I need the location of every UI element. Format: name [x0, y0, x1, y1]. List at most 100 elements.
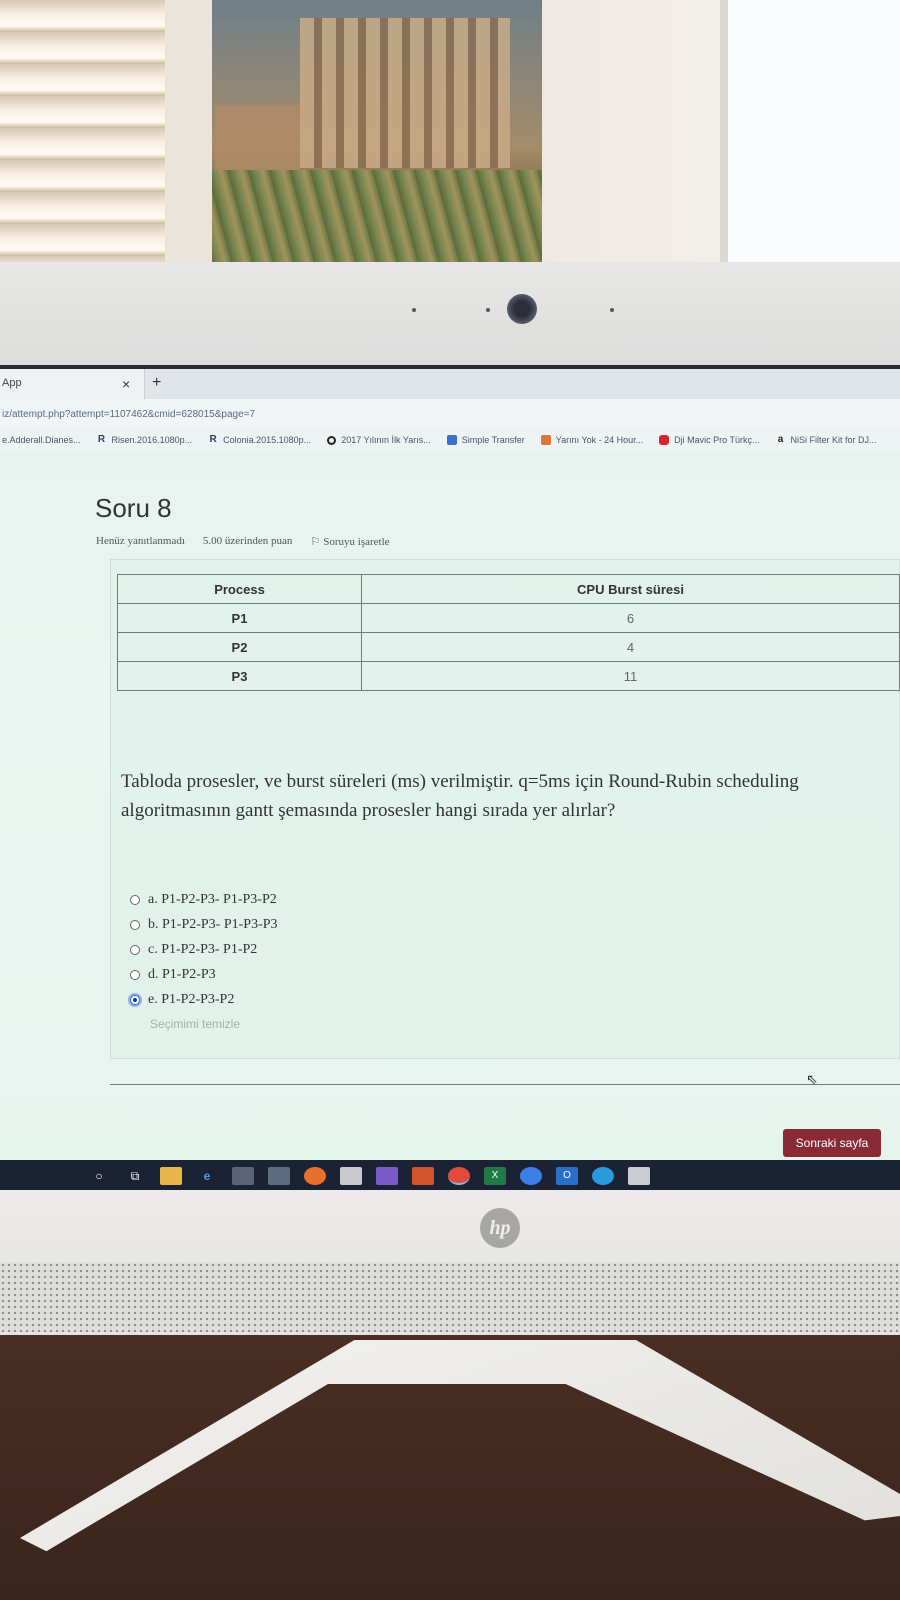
bookmarks-bar: e.Adderall.Dianes... R Risen.2016.1080p.…: [0, 427, 900, 453]
radio-button[interactable]: [130, 969, 140, 980]
monitor-bezel-top: [0, 262, 900, 370]
process-cell: P1: [117, 603, 362, 633]
speaker-grille: [0, 1262, 900, 1332]
bookmark-item[interactable]: Yarını Yok - 24 Hour...: [540, 435, 644, 445]
browser-tab-bar: App × +: [0, 369, 900, 399]
bookmark-label: e.Adderall.Dianes...: [2, 435, 81, 445]
answer-option-c[interactable]: c. P1-P2-P3- P1-P2: [130, 937, 278, 962]
question-text: Tabloda prosesler, ve burst süreleri (ms…: [121, 771, 799, 821]
visual-studio-icon[interactable]: [376, 1167, 398, 1185]
option-label: b. P1-P2-P3- P1-P3-P3: [148, 916, 278, 932]
close-icon[interactable]: ×: [122, 376, 130, 392]
bookmark-item[interactable]: 2017 Yılının İlk Yarıs...: [327, 435, 431, 445]
calculator-icon[interactable]: [268, 1167, 290, 1185]
radio-button-selected[interactable]: [130, 994, 140, 1005]
window: [720, 0, 900, 272]
edge-legacy-icon[interactable]: e: [196, 1167, 218, 1185]
chrome-icon[interactable]: [448, 1167, 470, 1185]
column-header-burst: CPU Burst süresi: [361, 574, 900, 604]
file-explorer-icon[interactable]: [160, 1167, 182, 1185]
bookmark-item[interactable]: Simple Transfer: [446, 435, 525, 445]
question-points: 5.00 üzerinden puan: [202, 535, 293, 547]
firefox-icon[interactable]: [304, 1167, 326, 1185]
flag-icon: ⚐: [310, 536, 321, 548]
start-search-icon[interactable]: ○: [88, 1167, 110, 1185]
flag-question-link[interactable]: ⚐ Soruyu işaretle: [310, 535, 389, 548]
painting-building: [300, 18, 510, 168]
bookmark-label: Dji Mavic Pro Türkç...: [674, 435, 760, 445]
r-logo-icon: R: [97, 434, 106, 445]
excel-icon[interactable]: X: [484, 1167, 506, 1185]
store-icon[interactable]: [340, 1167, 362, 1185]
divider: [110, 1084, 900, 1085]
r-logo-icon: R: [209, 434, 217, 445]
answer-options: a. P1-P2-P3- P1-P3-P2 b. P1-P2-P3- P1-P3…: [130, 887, 278, 1012]
bookmark-item[interactable]: e.Adderall.Dianes...: [2, 435, 81, 445]
option-label: c. P1-P2-P3- P1-P2: [148, 941, 258, 957]
webcam-icon: [507, 294, 537, 324]
bookmark-label: Simple Transfer: [461, 435, 525, 445]
burst-cell: 11: [361, 661, 900, 691]
radio-button[interactable]: [130, 894, 140, 905]
circle-logo-icon: [327, 435, 337, 445]
table-header-row: Process CPU Burst süresi: [117, 574, 900, 604]
question-title: Soru 8: [95, 493, 172, 523]
burst-cell: 4: [361, 632, 900, 662]
outlook-icon[interactable]: O: [556, 1167, 578, 1185]
zoom-icon[interactable]: [520, 1167, 542, 1185]
url-text: iz/attempt.php?attempt=1107462&cmid=6280…: [2, 409, 256, 420]
answer-option-e[interactable]: e. P1-P2-P3-P2: [130, 987, 278, 1012]
bookmark-item[interactable]: a NiSi Filter Kit for DJ...: [776, 434, 877, 446]
radio-button[interactable]: [130, 944, 140, 955]
bookmark-label: Colonia.2015.1080p...: [223, 435, 312, 445]
edge-icon[interactable]: [592, 1167, 614, 1185]
bookmark-item[interactable]: Dji Mavic Pro Türkç...: [659, 435, 760, 445]
new-tab-icon[interactable]: +: [152, 374, 161, 392]
media-player-icon[interactable]: [412, 1167, 434, 1185]
table-row: P3 11: [117, 661, 900, 691]
bookmark-item[interactable]: R Risen.2016.1080p...: [97, 434, 193, 446]
option-label: a. P1-P2-P3- P1-P3-P2: [148, 891, 277, 907]
question-info: Henüz yanıtlanmadı 5.00 üzerinden puan ⚐…: [96, 535, 390, 548]
task-view-icon[interactable]: ⧉: [124, 1167, 146, 1185]
clear-choice-link[interactable]: Seçimimi temizle: [150, 1017, 240, 1031]
amazon-icon: a: [777, 434, 784, 445]
column-header-process: Process: [117, 574, 362, 604]
next-page-button[interactable]: Sonraki sayfa: [783, 1129, 881, 1157]
sensor-dot: [412, 308, 416, 312]
monitor-screen: App × + iz/attempt.php?attempt=1107462&c…: [0, 365, 900, 1205]
bookmark-label: 2017 Yılının İlk Yarıs...: [341, 435, 431, 445]
news-icon: [540, 435, 551, 445]
address-bar[interactable]: iz/attempt.php?attempt=1107462&cmid=6280…: [0, 399, 900, 427]
bookmark-label: Yarını Yok - 24 Hour...: [555, 435, 644, 445]
burst-cell: 6: [361, 603, 900, 633]
answer-option-d[interactable]: d. P1-P2-P3: [130, 962, 278, 987]
painting-foliage: [212, 170, 542, 268]
sensor-dot: [610, 308, 614, 312]
answer-option-b[interactable]: b. P1-P2-P3- P1-P3-P3: [130, 912, 278, 937]
browser-tab[interactable]: App ×: [0, 369, 145, 399]
transfer-icon: [446, 435, 457, 445]
radio-button[interactable]: [130, 919, 140, 930]
question-status: Henüz yanıtlanmadı: [96, 535, 185, 547]
window-blinds: [0, 0, 165, 268]
hp-logo: hp: [480, 1208, 520, 1248]
option-label: e. P1-P2-P3-P2: [148, 991, 235, 1007]
windows-taskbar: ○ ⧉ e X O: [0, 1160, 900, 1192]
mouse-cursor-icon: ⇖: [806, 1071, 818, 1087]
app-icon[interactable]: [628, 1167, 650, 1185]
process-cell: P2: [117, 632, 362, 662]
sensor-dot: [486, 308, 490, 312]
bookmark-label: NiSi Filter Kit for DJ...: [790, 435, 877, 445]
bookmark-label: Risen.2016.1080p...: [111, 435, 193, 445]
process-cell: P3: [117, 661, 362, 691]
bookmark-item[interactable]: R Colonia.2015.1080p...: [208, 434, 312, 446]
answer-option-a[interactable]: a. P1-P2-P3- P1-P3-P2: [130, 887, 278, 912]
process-table: Process CPU Burst süresi P1 6 P2 4 P3 11: [117, 574, 900, 691]
table-row: P2 4: [117, 632, 900, 662]
youtube-icon: [659, 435, 670, 445]
photos-icon[interactable]: [232, 1167, 254, 1185]
tab-title: App: [2, 377, 22, 389]
option-label: d. P1-P2-P3: [148, 966, 216, 982]
table-row: P1 6: [117, 603, 900, 633]
